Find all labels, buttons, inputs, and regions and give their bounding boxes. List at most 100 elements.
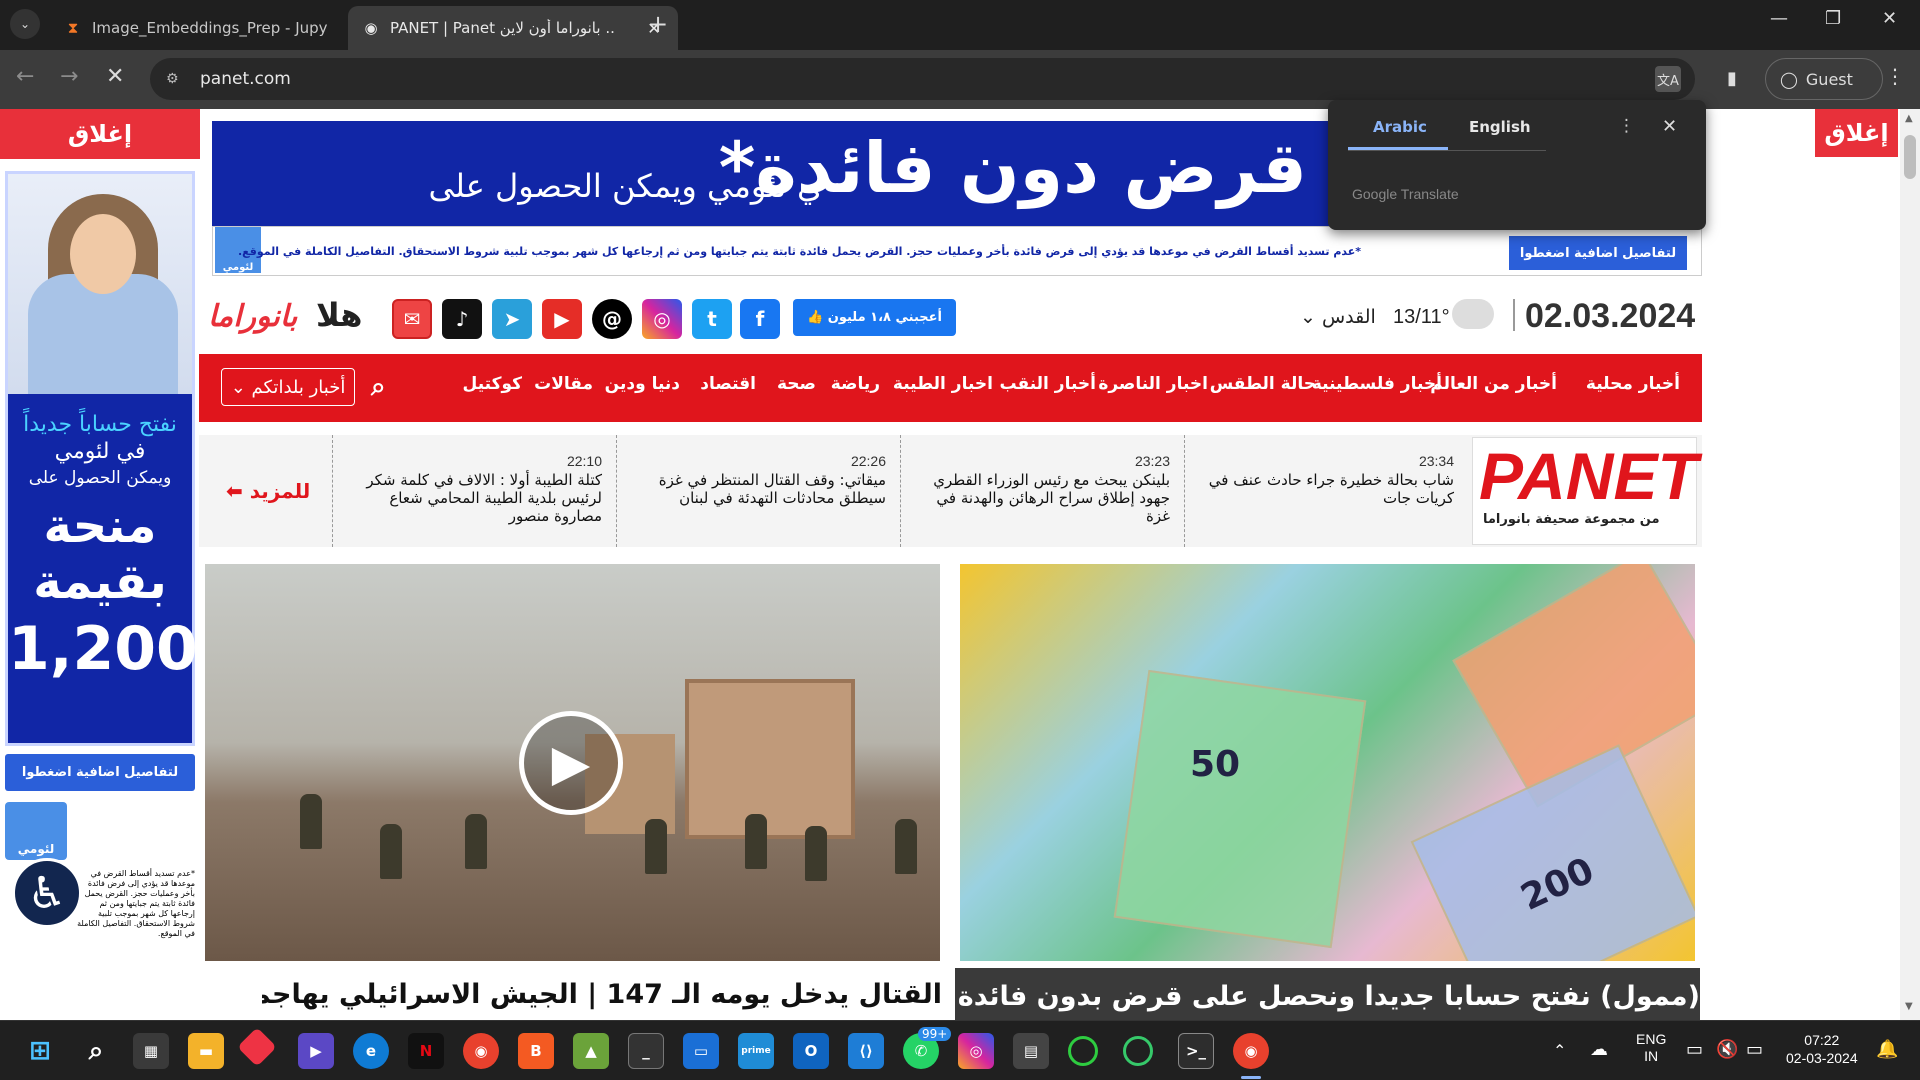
war-story-video[interactable]: ▶ [205,564,940,961]
notification-bell-icon[interactable]: 🔔 [1876,1039,1898,1060]
panet-logo[interactable]: PANET من مجموعة صحيفة بانوراما [1472,437,1698,545]
threads-icon[interactable]: @ [592,299,632,339]
nav-item[interactable]: أخبار فلسطينية [1312,374,1442,394]
chrome-icon[interactable]: ◉ [1233,1033,1269,1069]
profile-button[interactable]: ◯ Guest [1765,58,1883,100]
clipchamp-icon[interactable]: ▶ [298,1033,334,1069]
close-right-ad-button[interactable]: إغلاق [1815,109,1898,157]
powershell-icon[interactable]: >_ [1178,1033,1214,1069]
new-tab-button[interactable]: + [648,10,668,38]
left-ad-details-button[interactable]: لتفاصيل اضافية اضغطوا [5,754,195,791]
scroll-up-icon[interactable]: ▲ [1905,113,1913,124]
netflix-icon[interactable]: N [408,1033,444,1069]
nav-item[interactable]: صحة [777,374,816,394]
close-left-ad-button[interactable]: إغلاق [0,109,200,159]
volume-muted-icon[interactable]: 🔇 [1716,1039,1738,1060]
nav-item[interactable]: دنيا ودين [605,374,680,394]
nav-item[interactable]: اقتصاد [700,374,756,394]
app-icon[interactable] [237,1027,277,1067]
back-arrow-icon[interactable]: ← [16,64,34,89]
nav-item[interactable]: اخبار الناصرة [1098,374,1208,394]
more-options-icon[interactable]: ⋮ [1618,116,1635,136]
network-icon[interactable]: ▭ [1686,1039,1703,1060]
tab-panet[interactable]: ◉ PANET | Panet بانوراما أون لاين .. ✕ [348,6,678,50]
app-icon[interactable]: ▤ [1013,1033,1049,1069]
brave-icon[interactable]: B [518,1033,554,1069]
edge-icon[interactable]: e [353,1033,389,1069]
ad-amount: 1,200ش.ج [8,614,225,684]
battery-icon[interactable]: ▭ [1746,1039,1763,1060]
ticker-item[interactable]: 22:10 كتلة الطيبة أولا : الالاف في كلمة … [332,435,616,547]
panorama-logo[interactable]: بانوراما [208,299,297,334]
terminal-icon[interactable]: _ [628,1033,664,1069]
email-icon[interactable]: ✉ [392,299,432,339]
translate-icon[interactable]: 文A [1655,66,1681,92]
nav-item[interactable]: حالة الطقس [1210,374,1316,394]
cities-dropdown[interactable]: أخبار بلداتكم ⌄ [221,368,355,406]
chrome-icon[interactable]: ◉ [463,1033,499,1069]
vscode-icon[interactable]: ⟨⟩ [848,1033,884,1069]
outlook-icon[interactable]: O [793,1033,829,1069]
instagram-icon[interactable]: ◎ [958,1033,994,1069]
instagram-icon[interactable]: ◎ [642,299,682,339]
address-bar[interactable]: ⚙ panet.com 文A [150,58,1695,100]
left-side-ad[interactable]: نفتح حساباً جديداً في لئومي ويمكن الحصول… [5,171,225,746]
ticker-item[interactable]: 22:26 ميقاتي: وقف القتال المنتظر في غزة … [616,435,900,547]
ticker-item[interactable]: 23:23 بلينكن يبحث مع رئيس الوزراء القطري… [900,435,1184,547]
app-icon[interactable] [1068,1036,1098,1066]
nav-item[interactable]: كوكتيل [463,374,522,394]
clock[interactable]: 07:22 02-03-2024 [1786,1031,1858,1067]
side-panel-icon[interactable]: ▮ [1727,68,1737,89]
onedrive-icon[interactable]: ☁ [1590,1039,1608,1060]
war-story-headline[interactable]: القتال يدخل يومه الـ 147 | الجيش الاسرائ… [262,979,942,1010]
play-icon[interactable]: ▶ [519,711,623,815]
site-info-icon[interactable]: ⚙ [166,71,188,87]
file-explorer-icon[interactable]: ▬ [188,1033,224,1069]
nav-item[interactable]: أخبار محلية [1586,374,1680,394]
twitter-icon[interactable]: t [692,299,732,339]
search-icon[interactable]: ⌕ [78,1033,114,1069]
forward-arrow-icon[interactable]: → [60,64,78,89]
chevron-up-icon[interactable]: ⌃ [1553,1041,1566,1061]
facebook-like-button[interactable]: 👍 أعجبني ١،٨ مليون [793,299,956,336]
prime-video-icon[interactable]: prime [738,1033,774,1069]
facebook-icon[interactable]: f [740,299,780,339]
nav-item[interactable]: اخبار الطيبة [893,374,993,394]
money-story-headline[interactable]: (ممول) نفتح حسابا جديدا ونحصل على قرض بد… [958,981,1700,1012]
maximize-icon[interactable]: ❐ [1825,8,1841,29]
windows-app-icon[interactable]: ▭ [683,1033,719,1069]
tab-jupyter[interactable]: ⧗ Image_Embeddings_Prep - Jupy ✕ [50,6,380,50]
microsoft-store-icon[interactable]: ▦ [133,1033,169,1069]
page-scrollbar[interactable]: ▲ ▼ [1900,109,1920,1020]
city-selector[interactable]: القدس ⌄ [1300,306,1376,328]
browser-menu-icon[interactable]: ⋮ [1885,64,1905,88]
nav-item[interactable]: مقالات [534,374,593,394]
banner-details-button[interactable]: لتفاصيل اضافية اضغطوا [1509,236,1687,270]
tab-target-language[interactable]: English [1469,118,1531,136]
search-icon[interactable]: ⌕ [371,372,386,403]
more-news-link[interactable]: للمزيد ⬅ [226,479,310,503]
close-window-icon[interactable]: ✕ [1882,8,1897,29]
ticker-item[interactable]: 23:34 شاب بحالة خطيرة جراء حادث عنف في ك… [1184,435,1468,547]
accessibility-icon[interactable]: ♿ [12,858,82,928]
tab-search-button[interactable]: ⌄ [10,9,40,39]
close-icon[interactable]: ✕ [1662,116,1677,137]
stop-loading-icon[interactable]: ✕ [106,64,124,89]
app-icon[interactable] [1123,1036,1153,1066]
photos-icon[interactable]: ▲ [573,1033,609,1069]
hala-logo[interactable]: هلا [316,296,362,334]
language-indicator[interactable]: ENG IN [1636,1031,1666,1065]
money-story-image[interactable]: 50 200 [960,564,1695,961]
windows-start-icon[interactable]: ⊞ [22,1033,58,1069]
scroll-thumb[interactable] [1904,135,1916,179]
tiktok-icon[interactable]: ♪ [442,299,482,339]
scroll-down-icon[interactable]: ▼ [1905,1001,1913,1012]
nav-item[interactable]: رياضة [831,374,880,394]
youtube-icon[interactable]: ▶ [542,299,582,339]
nav-item[interactable]: أخبار النقب [1000,374,1097,394]
nav-item[interactable]: أخبار من العالم [1430,374,1557,394]
telegram-icon[interactable]: ➤ [492,299,532,339]
arrow-left-icon: ⬅ [226,479,243,503]
minimize-icon[interactable]: — [1770,8,1788,29]
tab-source-language[interactable]: Arabic [1373,118,1427,136]
